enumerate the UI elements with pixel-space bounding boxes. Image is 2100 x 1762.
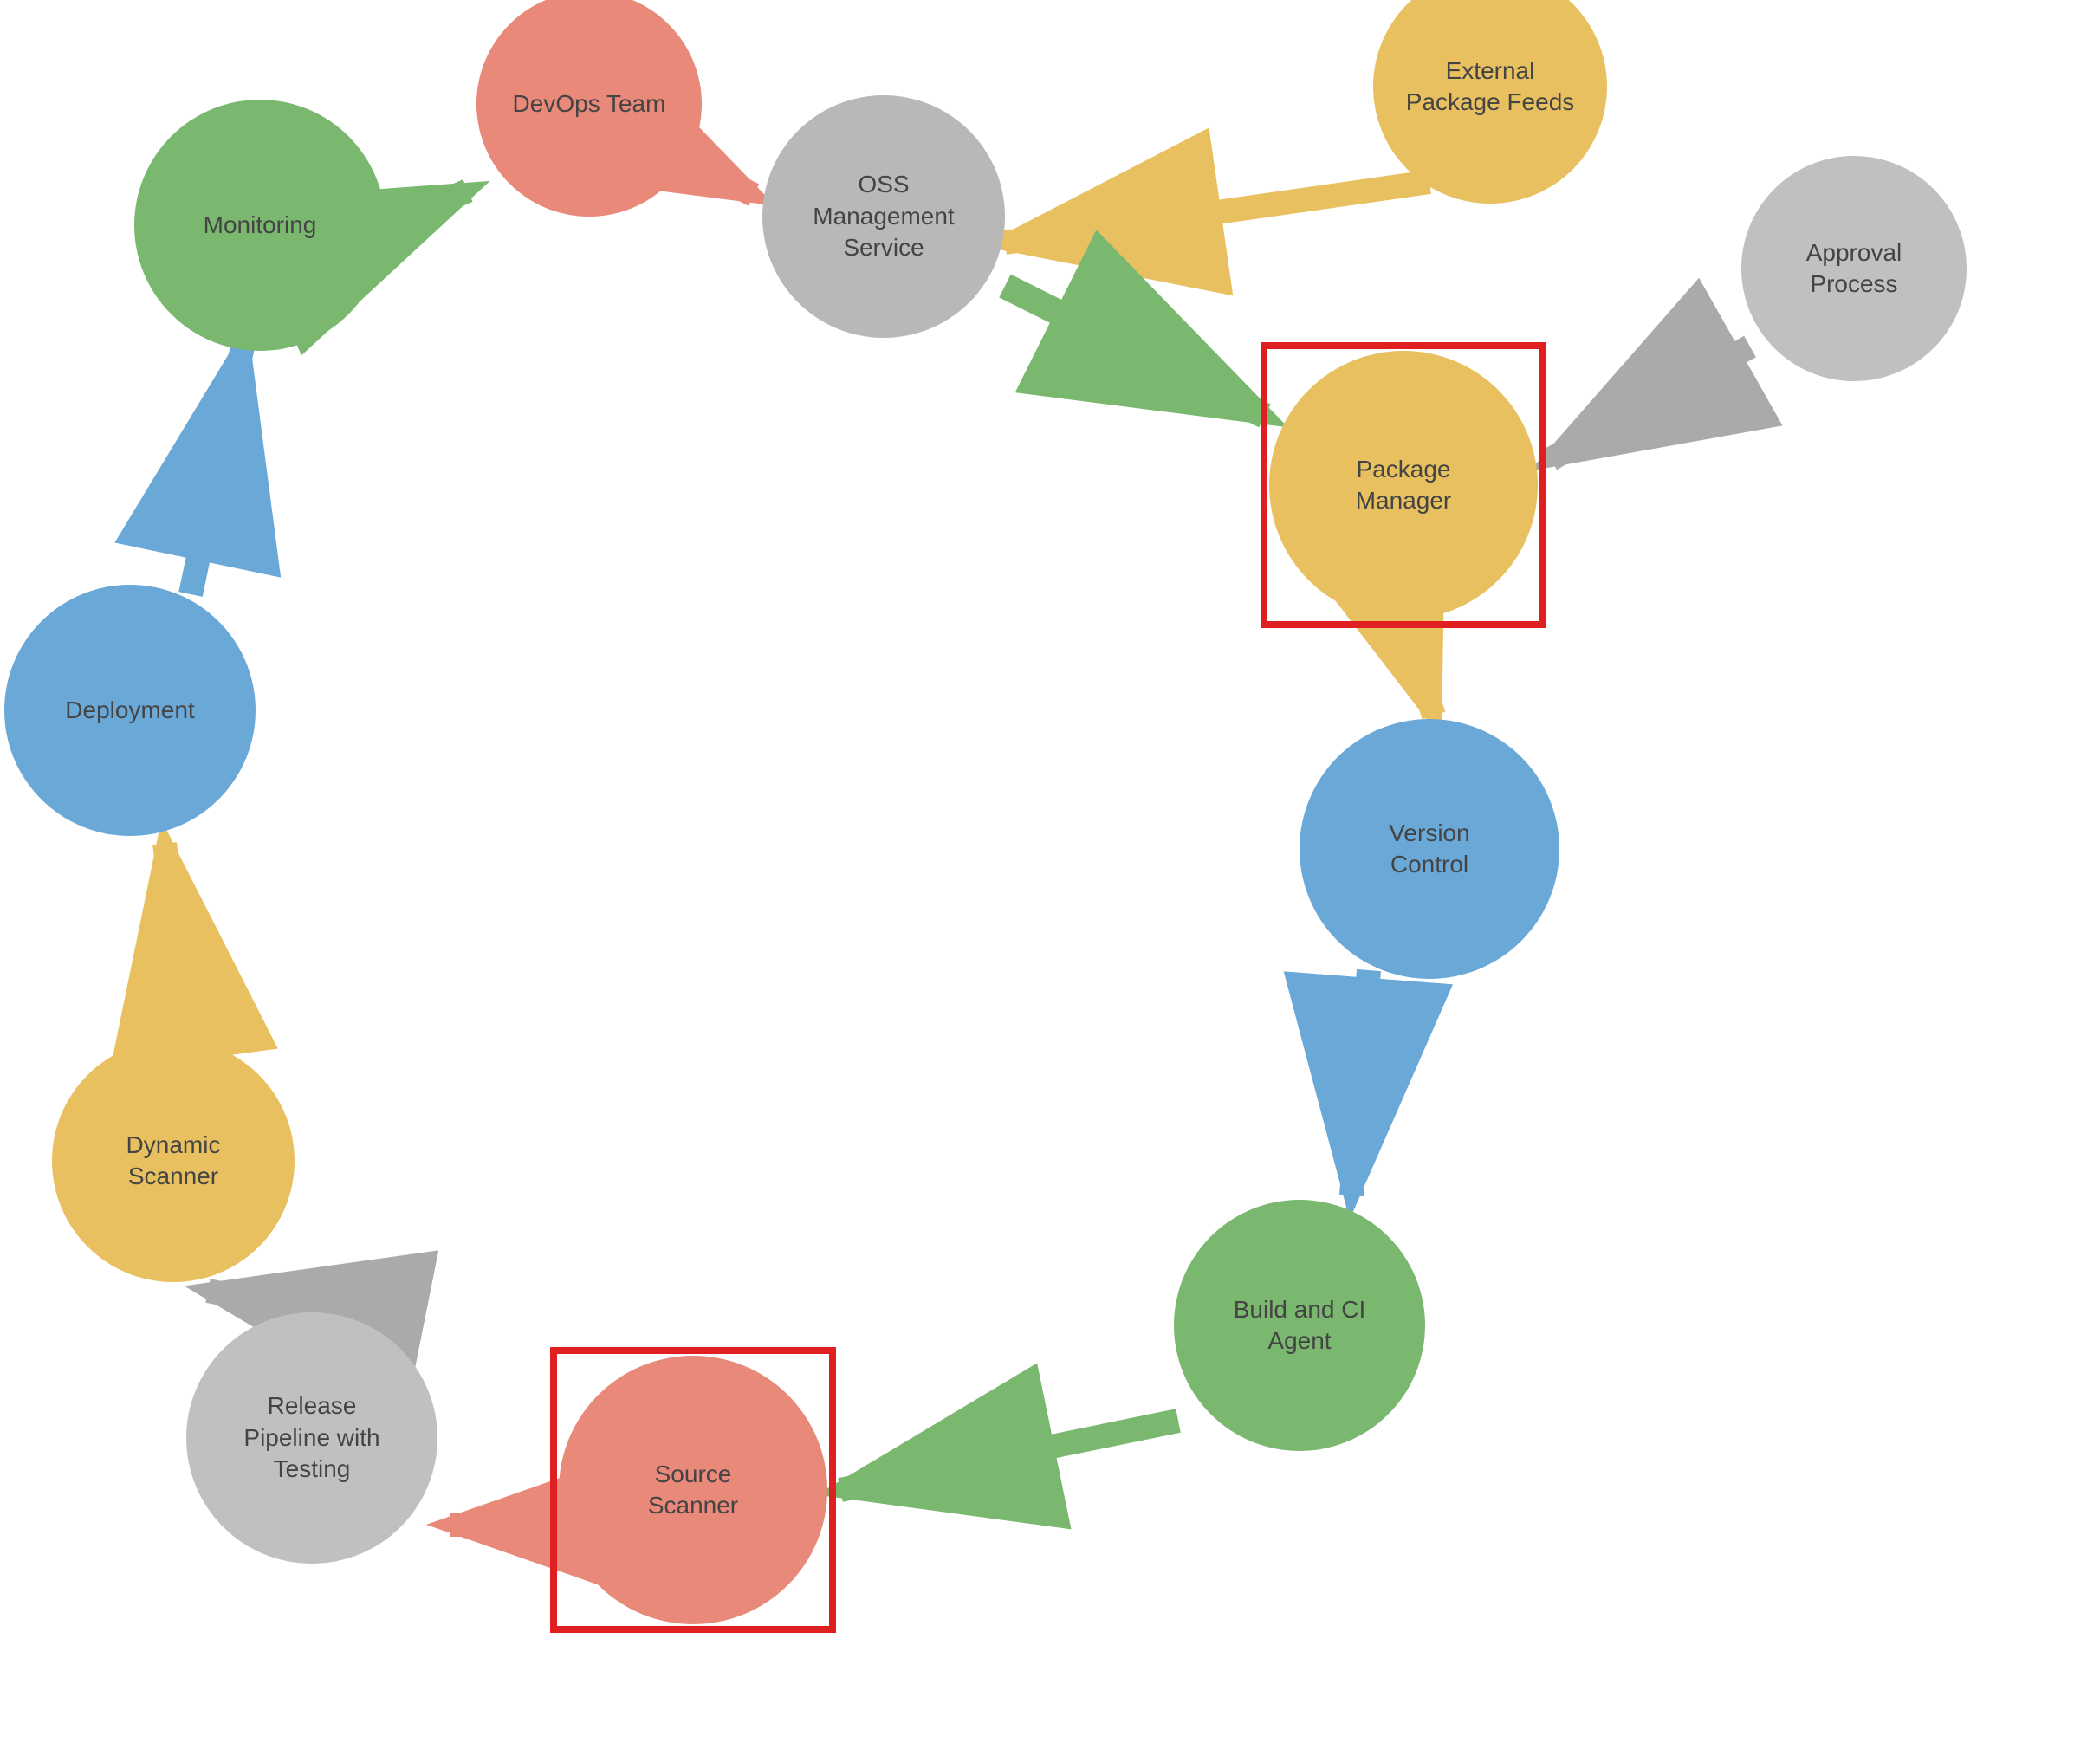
deployment-node: Deployment — [4, 585, 256, 836]
version-control-label: Version Control — [1389, 818, 1469, 881]
devops-node: DevOps Team — [476, 0, 702, 217]
approval-label: Approval Process — [1806, 237, 1902, 301]
release-pipeline-label: Release Pipeline with Testing — [243, 1390, 379, 1485]
package-manager-node: Package Manager — [1269, 351, 1538, 619]
devops-label: DevOps Team — [513, 88, 666, 120]
monitoring-node: Monitoring — [134, 100, 386, 351]
approval-node: Approval Process — [1741, 156, 1967, 381]
deployment-label: Deployment — [65, 695, 194, 726]
dynamic-scanner-label: Dynamic Scanner — [126, 1130, 221, 1193]
build-ci-label: Build and CI Agent — [1234, 1294, 1366, 1357]
external-label: External Package Feeds — [1406, 55, 1575, 119]
source-scanner-label: Source Scanner — [648, 1459, 738, 1522]
source-scanner-node: Source Scanner — [559, 1356, 827, 1624]
external-node: External Package Feeds — [1373, 0, 1607, 204]
monitoring-label: Monitoring — [204, 210, 317, 241]
oss-label: OSS Management Service — [813, 169, 954, 263]
dynamic-scanner-node: Dynamic Scanner — [52, 1040, 295, 1282]
release-pipeline-node: Release Pipeline with Testing — [186, 1312, 438, 1564]
package-manager-label: Package Manager — [1356, 454, 1452, 517]
build-ci-node: Build and CI Agent — [1174, 1200, 1425, 1451]
version-control-node: Version Control — [1300, 719, 1559, 979]
oss-node: OSS Management Service — [762, 95, 1005, 338]
